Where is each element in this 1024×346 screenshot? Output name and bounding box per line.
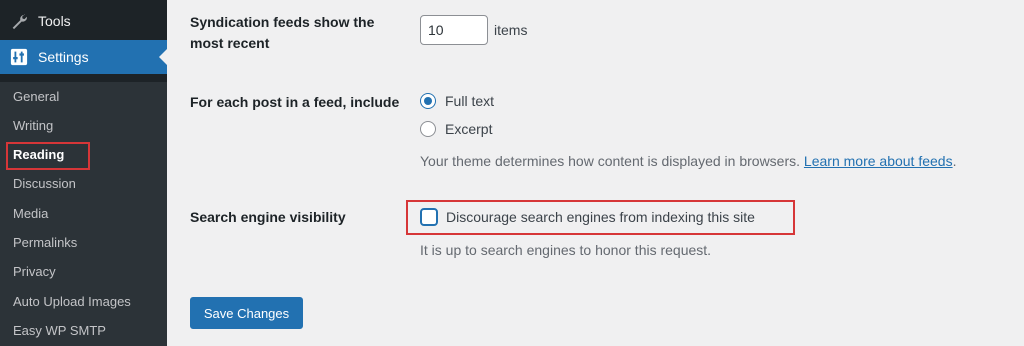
save-changes-button[interactable]: Save Changes [190, 297, 303, 329]
radio-label: Excerpt [445, 121, 493, 137]
feed-include-label: For each post in a feed, include [190, 94, 400, 110]
items-unit-label: items [494, 22, 528, 38]
settings-sliders-icon [9, 47, 29, 67]
syndication-label: Syndication feeds show the most recent [190, 14, 375, 51]
radio-full-text[interactable]: Full text [420, 93, 494, 109]
wrench-icon [9, 11, 29, 31]
submenu-item-auto-upload-images[interactable]: Auto Upload Images [13, 292, 131, 312]
current-menu-arrow [159, 49, 167, 65]
sidebar-item-label: Tools [38, 13, 71, 29]
sidebar-item-settings[interactable]: Settings [0, 40, 167, 74]
settings-submenu: General Writing Reading Discussion Media… [0, 82, 167, 346]
radio-button[interactable] [420, 93, 436, 109]
posts-per-rss-input[interactable] [420, 15, 488, 45]
submenu-item-media[interactable]: Media [13, 204, 48, 224]
radio-label: Full text [445, 93, 495, 109]
sidebar-item-label: Settings [38, 49, 89, 65]
submenu-item-discussion[interactable]: Discussion [13, 174, 76, 194]
radio-dot [424, 97, 432, 105]
submenu-item-general[interactable]: General [13, 87, 59, 107]
submenu-item-permalinks[interactable]: Permalinks [13, 233, 77, 253]
learn-more-feeds-link[interactable]: Learn more about feeds [804, 153, 953, 169]
submenu-item-writing[interactable]: Writing [13, 116, 53, 136]
admin-sidebar: Tools Settings General Writing Reading D… [0, 0, 167, 346]
visibility-description: It is up to search engines to honor this… [420, 242, 712, 258]
radio-excerpt[interactable]: Excerpt [420, 121, 492, 137]
radio-button[interactable] [420, 121, 436, 137]
visibility-highlight-box [406, 200, 795, 235]
feed-description: Your theme determines how content is dis… [420, 153, 956, 169]
feed-description-end: . [952, 153, 957, 169]
reading-highlight-box [6, 142, 90, 170]
visibility-label: Search engine visibility [190, 209, 346, 225]
submenu-item-easy-wp-smtp[interactable]: Easy WP SMTP [13, 321, 106, 341]
reading-settings-form: Syndication feeds show the most recent i… [167, 0, 1024, 346]
submenu-item-privacy[interactable]: Privacy [13, 262, 56, 282]
sidebar-item-tools[interactable]: Tools [0, 4, 167, 38]
feed-description-text: Your theme determines how content is dis… [420, 153, 801, 169]
